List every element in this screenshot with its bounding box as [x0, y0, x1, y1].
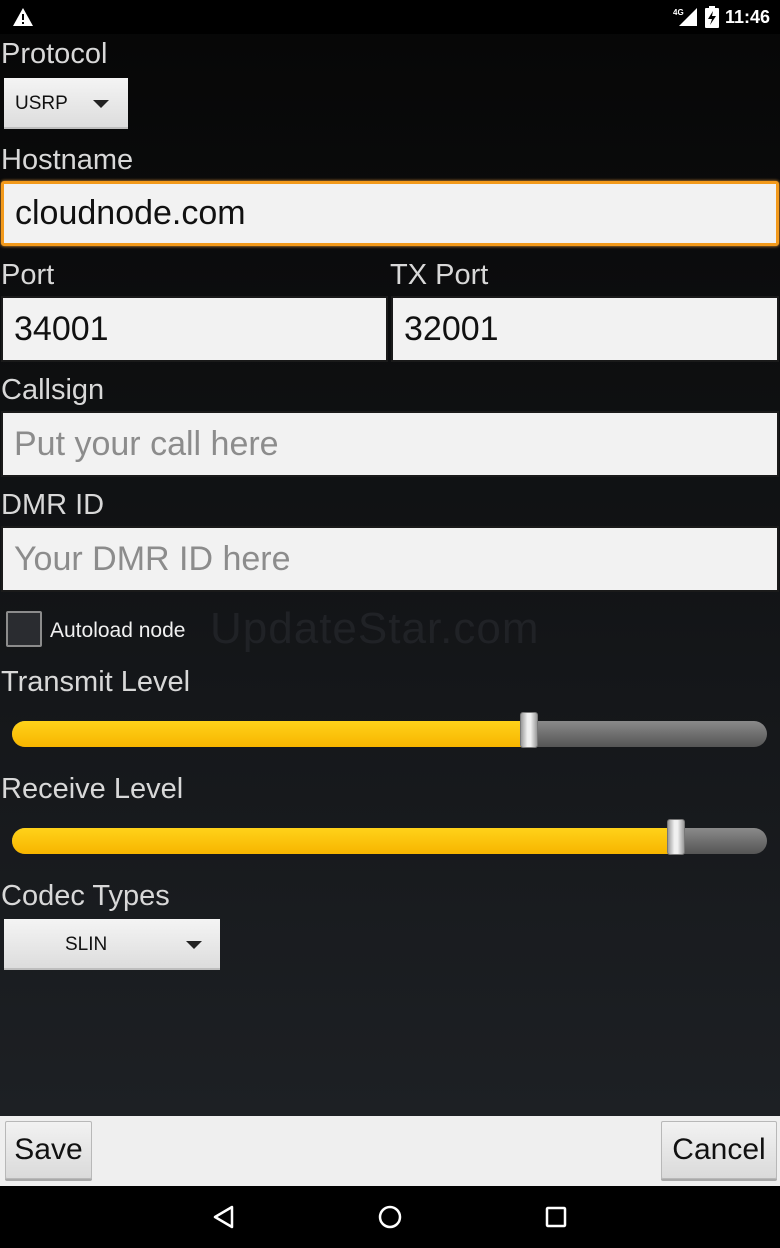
network-type-label: 4G — [673, 8, 684, 17]
signal-icon: 4G — [673, 8, 697, 26]
chevron-down-icon — [186, 941, 202, 949]
tx-port-input[interactable] — [393, 298, 777, 360]
autoload-checkbox[interactable] — [6, 611, 42, 647]
hostname-input[interactable] — [4, 184, 776, 243]
port-field[interactable] — [1, 296, 388, 362]
status-icons: 4G 11:46 — [673, 4, 770, 30]
tx-port-label: TX Port — [390, 259, 489, 291]
transmit-level-thumb[interactable] — [520, 712, 538, 748]
cancel-button[interactable]: Cancel — [661, 1121, 777, 1179]
transmit-level-fill — [12, 721, 529, 747]
codec-types-label: Codec Types — [1, 880, 170, 912]
chevron-down-icon — [93, 100, 109, 108]
codec-spinner[interactable]: SLIN — [4, 919, 220, 970]
receive-level-fill — [12, 828, 676, 854]
receive-level-label: Receive Level — [1, 773, 184, 805]
clock: 11:46 — [724, 6, 770, 27]
protocol-value: USRP — [15, 93, 68, 114]
warning-icon — [13, 8, 33, 26]
callsign-label: Callsign — [1, 374, 105, 406]
callsign-input[interactable] — [3, 413, 777, 475]
callsign-field[interactable] — [1, 411, 779, 477]
autoload-label: Autoload node — [50, 619, 186, 642]
protocol-label: Protocol — [1, 38, 108, 70]
app-screen: 4G 11:46 Protocol USRP Hostname Port TX … — [0, 0, 780, 1248]
navigation-bar — [0, 1186, 780, 1248]
dmr-id-label: DMR ID — [1, 489, 105, 521]
port-label: Port — [1, 259, 55, 291]
home-icon[interactable] — [378, 1205, 402, 1229]
battery-charging-icon — [704, 6, 719, 28]
transmit-level-slider[interactable] — [12, 712, 767, 748]
watermark: UpdateStar.com — [210, 604, 540, 653]
hostname-field[interactable] — [1, 181, 779, 246]
transmit-level-label: Transmit Level — [1, 666, 191, 698]
save-button[interactable]: Save — [5, 1121, 92, 1179]
port-input[interactable] — [3, 298, 386, 360]
protocol-spinner[interactable]: USRP — [4, 78, 128, 129]
recents-icon[interactable] — [545, 1206, 567, 1228]
dmr-id-field[interactable] — [1, 526, 779, 592]
receive-level-thumb[interactable] — [667, 819, 685, 855]
back-icon[interactable] — [212, 1205, 236, 1229]
tx-port-field[interactable] — [391, 296, 779, 362]
hostname-label: Hostname — [1, 144, 134, 176]
status-bar: 4G 11:46 — [0, 0, 780, 34]
codec-value: SLIN — [65, 934, 108, 955]
dmr-id-input[interactable] — [3, 528, 777, 590]
button-bar: Save Cancel — [0, 1116, 780, 1186]
receive-level-slider[interactable] — [12, 819, 767, 855]
